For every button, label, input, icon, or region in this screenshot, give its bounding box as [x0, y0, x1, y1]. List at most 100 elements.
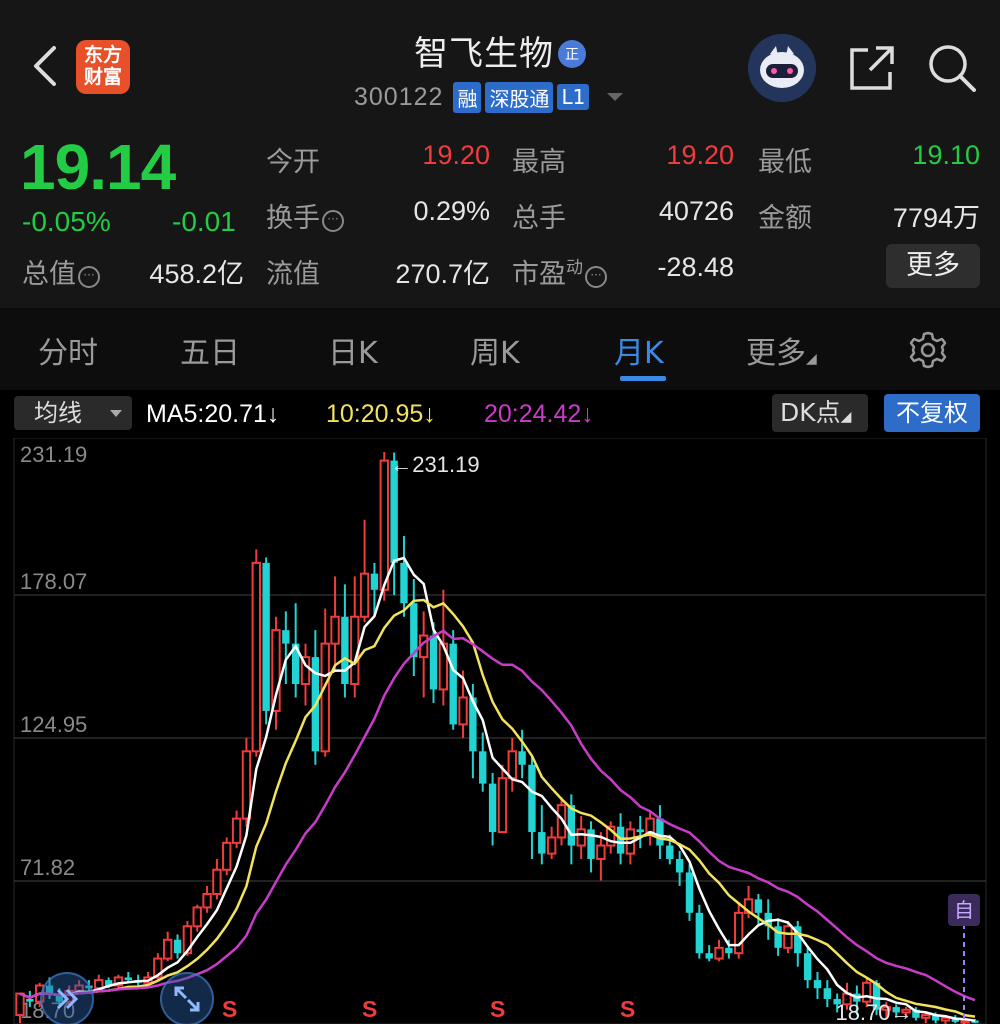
- robot-avatar-icon[interactable]: [748, 34, 816, 102]
- candle-body: [567, 805, 576, 846]
- dropdown-icon: [110, 410, 122, 417]
- candle-body: [546, 836, 557, 855]
- candle-body: [862, 981, 872, 1003]
- dk-point-button[interactable]: DK点◢: [772, 394, 868, 432]
- candle-body: [734, 911, 744, 955]
- active-tab-indicator: [620, 376, 666, 381]
- candle-body: [813, 980, 822, 989]
- candle-body: [656, 818, 664, 846]
- candle-body: [675, 858, 684, 873]
- last-price: 19.14: [20, 131, 176, 203]
- more-quote-button[interactable]: 更多: [886, 244, 980, 288]
- dropdown-arrow-icon[interactable]: [607, 93, 624, 101]
- candle-body: [241, 750, 252, 820]
- adjustment-button[interactable]: 不复权: [884, 394, 980, 432]
- candle-body: [162, 938, 173, 960]
- candle-body: [636, 829, 644, 833]
- high-label: 最高: [512, 147, 566, 178]
- candle-body: [231, 817, 242, 844]
- candle-body: [15, 992, 25, 1017]
- candle-body: [449, 643, 457, 725]
- tab-weekly-k[interactable]: 周K: [470, 328, 520, 372]
- pe-label: 市盈动 ···: [512, 252, 607, 291]
- candle-body: [400, 562, 408, 604]
- mktcap-value: 458.2亿: [149, 259, 244, 289]
- ma10-value: 10:20.95↓: [326, 400, 436, 428]
- high-value: 19.20: [666, 140, 734, 170]
- candle-body: [507, 750, 517, 780]
- tag-connect: 深股通: [485, 81, 554, 113]
- candle-body: [479, 751, 487, 784]
- indicator-selector[interactable]: 均线: [14, 396, 132, 430]
- expand-left-button[interactable]: [40, 972, 94, 1024]
- candle-body: [359, 572, 370, 618]
- candle-body: [754, 899, 763, 913]
- tab-five-day[interactable]: 五日: [180, 328, 240, 372]
- candle-body: [497, 777, 508, 834]
- double-chevron-icon: [56, 988, 79, 1010]
- candle-body: [518, 751, 526, 765]
- candle-body: [803, 953, 812, 981]
- float-value: 270.7亿: [395, 259, 490, 289]
- low-label: 最低: [758, 147, 812, 178]
- candle-body: [596, 844, 606, 860]
- amount-label: 金额: [758, 203, 812, 234]
- candle-body: [212, 868, 222, 895]
- candle-body: [714, 946, 724, 960]
- info-icon: ···: [585, 266, 607, 288]
- candle-body: [94, 979, 104, 990]
- candle-body: [26, 998, 34, 1002]
- amount-value: 7794万: [892, 203, 980, 233]
- y-tick-label: 231.19: [20, 442, 87, 467]
- candle-body: [725, 947, 733, 954]
- tab-monthly-k[interactable]: 月K: [614, 328, 664, 372]
- tab-daily-k[interactable]: 日K: [328, 328, 378, 372]
- stock-code-row[interactable]: 300122 融 深股通 L1: [354, 80, 624, 114]
- candle-body: [124, 977, 132, 981]
- candle-body: [616, 826, 625, 854]
- candle-body: [695, 912, 704, 954]
- search-icon[interactable]: [926, 42, 978, 94]
- y-tick-label: 124.95: [20, 712, 87, 737]
- expand-icon: [174, 986, 200, 1012]
- candle-body: [251, 561, 261, 753]
- period-tabs: 分时 五日 日K 周K 月K 更多◢: [0, 308, 1000, 390]
- max-price-annotation: ←231.19: [390, 452, 479, 477]
- stock-name: 智飞生物: [414, 34, 554, 74]
- fullscreen-button[interactable]: [160, 972, 214, 1024]
- candle-body: [370, 573, 379, 590]
- top-bar: 东方 财富 智飞生物正 300122 融 深股通 L1: [0, 0, 1000, 120]
- sell-signal: S: [362, 996, 378, 1022]
- candle-body: [538, 832, 546, 854]
- stock-code: 300122: [354, 82, 444, 111]
- candle-body: [488, 783, 497, 833]
- tag-margin: 融: [453, 81, 482, 113]
- self-select-badge[interactable]: 自: [948, 894, 980, 926]
- candle-body: [192, 906, 202, 928]
- candle-body: [705, 953, 713, 959]
- candle-body: [940, 1016, 951, 1022]
- candle-body: [645, 817, 655, 834]
- candle-body: [528, 764, 536, 833]
- kline-chart[interactable]: 231.19178.07124.9571.8218.70 ←231.1918.7…: [0, 438, 1000, 1024]
- sell-signal: S: [490, 996, 506, 1022]
- change-percent: -0.05%: [22, 206, 111, 237]
- ma20-value: 20:24.42↓: [484, 400, 594, 428]
- share-icon[interactable]: [846, 42, 898, 94]
- candle-body: [783, 925, 793, 949]
- candle-body: [202, 892, 212, 909]
- sell-signal: S: [620, 996, 636, 1022]
- low-value: 19.10: [912, 140, 980, 170]
- candle-body: [222, 841, 232, 871]
- volume-label: 总手: [512, 203, 566, 234]
- open-value: 19.20: [422, 140, 490, 170]
- candle-body: [685, 872, 694, 913]
- gear-icon[interactable]: [908, 330, 948, 370]
- candle-body: [823, 988, 832, 999]
- tab-more[interactable]: 更多◢: [746, 328, 817, 372]
- open-label: 今开: [266, 147, 320, 178]
- change-amount: -0.01: [172, 206, 236, 237]
- min-price-annotation: 18.70→: [835, 1000, 912, 1024]
- candle-body: [282, 630, 290, 644]
- tab-intraday[interactable]: 分时: [38, 328, 98, 372]
